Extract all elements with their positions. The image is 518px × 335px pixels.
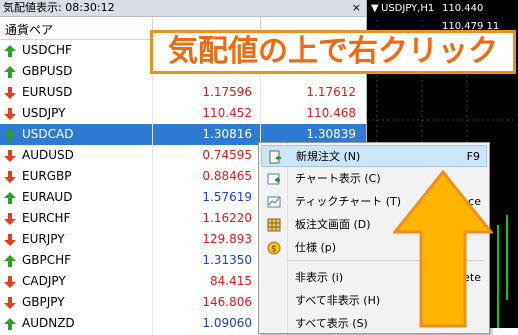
price-up-arrow-icon [4,45,16,57]
chart-window-icon [267,172,281,186]
price-down-arrow-icon [4,234,16,246]
symbol-name: USDJPY [22,106,66,120]
price-down-arrow-icon [4,171,16,183]
ask-price: 1.17612 [306,85,356,99]
bid-price: 1.16220 [202,211,252,225]
instruction-banner: 気配値の上で右クリック [150,30,516,74]
price-up-arrow-icon [4,255,16,267]
price-up-arrow-icon [4,318,16,330]
symbol-name: GBPUSD [22,64,73,78]
menu-item-label: すべて非表示 (H) [295,294,381,307]
symbol-name: GBPJPY [22,295,65,309]
symbol-name: CADJPY [22,274,66,288]
symbol-name: AUDNZD [22,316,75,330]
price-up-arrow-icon [4,66,16,78]
menu-item-label: 新規注文 (N) [296,150,361,163]
price-up-arrow-icon [4,129,16,141]
price-down-arrow-icon [4,150,16,162]
menu-item-label: すべて表示 (S) [295,317,368,330]
menu-item-shortcut: F9 [466,150,480,163]
new-order-icon [268,150,282,164]
bid-price: 1.30816 [202,127,252,141]
price-down-arrow-icon [4,297,16,309]
menu-item-label: チャート表示 (C) [295,172,381,185]
symbol-name: EURJPY [22,232,65,246]
up-arrow-icon [393,170,493,328]
bid-price: 146.806 [202,295,252,309]
table-row[interactable]: USDJPY 110.452 110.468 [0,103,366,124]
symbol-name: USDCHF [22,43,72,57]
symbol-name: USDCAD [22,127,74,141]
bid-price: 1.09060 [202,316,252,330]
symbol-name: EURUSD [22,85,73,99]
bid-price: 110.452 [202,106,252,120]
symbol-name: EURCHF [22,211,71,225]
bid-price: 0.88465 [202,169,252,183]
symbol-name: GBPCHF [22,253,72,267]
price-up-arrow-icon [4,192,16,204]
depth-of-market-icon [267,218,281,232]
symbol-name: AUDUSD [22,148,74,162]
bid-price: 129.893 [202,232,252,246]
instruction-text: 気配値の上で右クリック [168,34,498,69]
menu-item-label: 仕様 (p) [295,241,337,254]
price-down-arrow-icon [4,87,16,99]
market-watch-title: 気配値表示: 08:30:12 [3,1,115,14]
bid-price: 0.74595 [202,148,252,162]
close-icon[interactable]: × [352,0,361,16]
price-down-arrow-icon [4,276,16,288]
specification-icon: $ [267,241,281,255]
symbol-column-header[interactable]: 通貨ペア [5,21,53,38]
ask-price: 110.468 [306,106,356,120]
price-down-arrow-icon [4,213,16,225]
bid-price: 1.57619 [202,190,252,204]
svg-text:$: $ [271,245,277,255]
menu-item-label: 非表示 (i) [295,271,344,284]
menu-item-label: 板注文画面 (D) [295,218,371,231]
symbol-name: EURAUD [22,190,73,204]
tick-chart-icon [267,195,281,209]
menu-item[interactable]: 新規注文 (N) F9 [261,145,487,167]
bid-price: 1.17596 [202,85,252,99]
symbol-name: EURGBP [22,169,72,183]
table-row[interactable]: EURUSD 1.17596 1.17612 [0,82,366,103]
market-watch-title-bar[interactable]: 気配値表示: 08:30:12 × [0,0,366,17]
bid-price: 1.31350 [202,253,252,267]
price-down-arrow-icon [4,108,16,120]
menu-item-label: ティックチャート (T) [295,195,402,208]
bid-price: 84.415 [210,274,252,288]
